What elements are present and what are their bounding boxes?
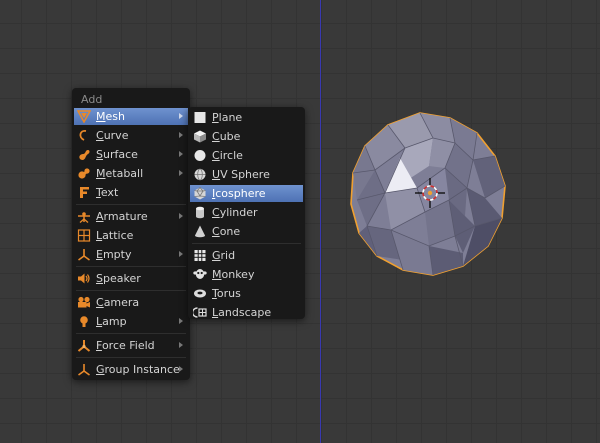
submenu-arrow-icon [179,170,183,176]
cylinder-icon [196,206,204,219]
mesh-menu-item-label: Landscape [212,306,272,319]
add-menu-item-label: Lamp [96,315,127,328]
circle-icon [194,150,206,161]
mesh-menu-item-torus[interactable]: Torus [190,285,303,302]
submenu-arrow-icon [179,151,183,157]
add-menu-item-label: Empty [96,248,132,261]
add-menu-item-mesh[interactable]: Mesh [74,108,188,125]
add-menu-item-force-field[interactable]: Force Field [74,337,188,354]
add-menu-item-armature[interactable]: Armature [74,208,188,225]
mesh-menu-item-plane[interactable]: Plane [190,109,303,126]
surface-icon [79,150,90,160]
mesh-menu-item-label: Icosphere [212,187,266,200]
add-menu-item-speaker[interactable]: Speaker [74,270,188,287]
viewport-z-axis-line [320,0,321,443]
mesh-menu-item-monkey[interactable]: Monkey [190,266,303,283]
mesh-menu-item-label: UV Sphere [212,168,270,181]
grid-icon [194,250,206,261]
mesh-menu-item-label: Cone [212,225,241,238]
mesh-menu-item-uv-sphere[interactable]: UV Sphere [190,166,303,183]
add-menu-item-label: Lattice [96,229,134,242]
metaball-icon [78,168,90,179]
menu-separator [192,243,301,244]
add-menu-item-label: Group Instance [96,363,180,376]
menu-separator [76,266,186,267]
plane-icon [194,112,206,123]
add-menu-item-label: Force Field [96,339,155,352]
mesh-menu-item-label: Cube [212,130,241,143]
mesh-menu-item-label: Grid [212,249,236,262]
menu-separator [76,204,186,205]
add-menu-item-text[interactable]: Text [74,184,188,201]
3d-cursor-icon[interactable] [415,178,445,208]
submenu-arrow-icon [179,342,183,348]
add-menu-item-label: Metaball [96,167,144,180]
mesh-menu-item-landscape[interactable]: Landscape [190,304,303,321]
add-menu-item-label: Camera [96,296,140,309]
icosphere-icon [194,187,206,200]
cube-icon [194,130,206,143]
submenu-arrow-icon [179,132,183,138]
mesh-menu-item-circle[interactable]: Circle [190,147,303,164]
add-menu-item-metaball[interactable]: Metaball [74,165,188,182]
armature-icon [78,212,90,223]
add-menu-item-group-instance[interactable]: Group Instance [74,361,188,378]
cone-icon [195,225,205,238]
add-menu-item-lamp[interactable]: Lamp [74,313,188,330]
mesh-menu-item-icosphere[interactable]: Icosphere [190,185,303,202]
add-menu-item-camera[interactable]: Camera [74,294,188,311]
add-menu-item-surface[interactable]: Surface [74,146,188,163]
camera-icon [78,296,90,308]
add-menu-item-empty[interactable]: Empty [74,246,188,263]
torus-icon [194,289,206,298]
add-menu-item-curve[interactable]: Curve [74,127,188,144]
add-menu-item-label: Text [96,186,119,199]
landscape-icon [193,307,207,318]
add-menu-item-label: Armature [96,210,148,223]
menu-separator [76,357,186,358]
lattice-icon [77,229,91,242]
menu-separator [76,290,186,291]
mesh-icon [77,110,91,123]
mesh-menu-item-label: Cylinder [212,206,258,219]
mesh-menu-item-cone[interactable]: Cone [190,223,303,240]
uv-sphere-icon [194,168,206,181]
submenu-arrow-icon [179,251,183,257]
add-menu-item-lattice[interactable]: Lattice [74,227,188,244]
add-menu-item-label: Curve [96,129,129,142]
lamp-icon [80,316,88,327]
submenu-arrow-icon [179,113,183,119]
menu-separator [76,333,186,334]
add-menu: Add Mesh Curve Surface Metaball Text Arm… [72,88,190,380]
empty-icon [78,249,90,261]
add-menu-title: Add [81,93,103,106]
add-menu-item-label: Speaker [96,272,141,285]
curve-icon [79,130,87,141]
speaker-icon [78,273,90,284]
mesh-menu-item-cylinder[interactable]: Cylinder [190,204,303,221]
mesh-menu-item-cube[interactable]: Cube [190,128,303,145]
force-field-icon [77,340,91,352]
mesh-menu-item-grid[interactable]: Grid [190,247,303,264]
submenu-arrow-icon [179,213,183,219]
submenu-arrow-icon [179,366,183,372]
mesh-menu-item-label: Circle [212,149,243,162]
mesh-menu-item-label: Torus [212,287,241,300]
mesh-menu-item-label: Plane [212,111,243,124]
add-menu-item-label: Mesh [96,110,125,123]
mesh-submenu: Plane Cube Circle UV Sphere Icosphere Cy… [188,107,305,319]
submenu-arrow-icon [179,318,183,324]
monkey-icon [193,269,207,279]
add-menu-item-label: Surface [96,148,138,161]
mesh-menu-item-label: Monkey [212,268,255,281]
text-icon [80,187,89,198]
group-instance-icon [78,364,90,376]
